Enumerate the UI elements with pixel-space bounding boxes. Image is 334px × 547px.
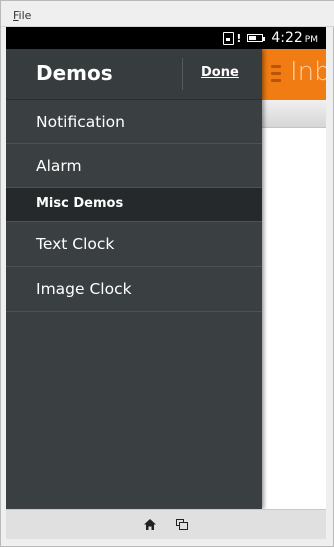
app-action-bar: Inb bbox=[262, 49, 326, 100]
navigation-drawer: Demos Done Notification Alarm Misc Demos… bbox=[6, 49, 262, 509]
recent-apps-icon[interactable] bbox=[176, 519, 188, 530]
status-icons: ! 4:22 PM bbox=[223, 29, 318, 47]
hamburger-menu-icon[interactable] bbox=[271, 63, 281, 85]
menubar: File bbox=[1, 1, 334, 27]
app-title: Inb bbox=[290, 57, 326, 87]
header-divider bbox=[182, 58, 183, 90]
app-tab-bar bbox=[262, 100, 326, 128]
app-content-behind: Inb bbox=[262, 49, 326, 509]
status-clock: 4:22 PM bbox=[271, 30, 318, 46]
menu-file-label: ile bbox=[18, 9, 32, 22]
status-bar: ! 4:22 PM bbox=[6, 27, 326, 49]
drawer-header: Demos Done bbox=[6, 49, 262, 100]
list-item-alarm[interactable]: Alarm bbox=[6, 144, 262, 188]
clock-time: 4:22 bbox=[271, 30, 303, 46]
home-icon[interactable] bbox=[144, 519, 156, 530]
sim-card-icon bbox=[223, 31, 235, 45]
battery-fill bbox=[249, 36, 257, 40]
section-header-misc-demos: Misc Demos bbox=[6, 188, 262, 222]
list-item-text-clock[interactable]: Text Clock bbox=[6, 222, 262, 267]
clock-ampm: PM bbox=[304, 35, 318, 45]
list-item-notification[interactable]: Notification bbox=[6, 100, 262, 144]
emulator-window: File ! 4:22 PM Inb Demos Done Notificati… bbox=[0, 0, 334, 547]
navigation-bar bbox=[6, 509, 326, 539]
menu-file[interactable]: File bbox=[13, 9, 31, 22]
drawer-list: Notification Alarm Misc Demos Text Clock… bbox=[6, 100, 262, 312]
device-screen: ! 4:22 PM Inb Demos Done Notification Al… bbox=[6, 27, 326, 509]
signal-alert-icon: ! bbox=[236, 31, 242, 45]
drawer-title: Demos bbox=[36, 61, 113, 85]
done-button[interactable]: Done bbox=[201, 65, 239, 80]
list-item-image-clock[interactable]: Image Clock bbox=[6, 267, 262, 312]
battery-icon bbox=[247, 34, 266, 42]
